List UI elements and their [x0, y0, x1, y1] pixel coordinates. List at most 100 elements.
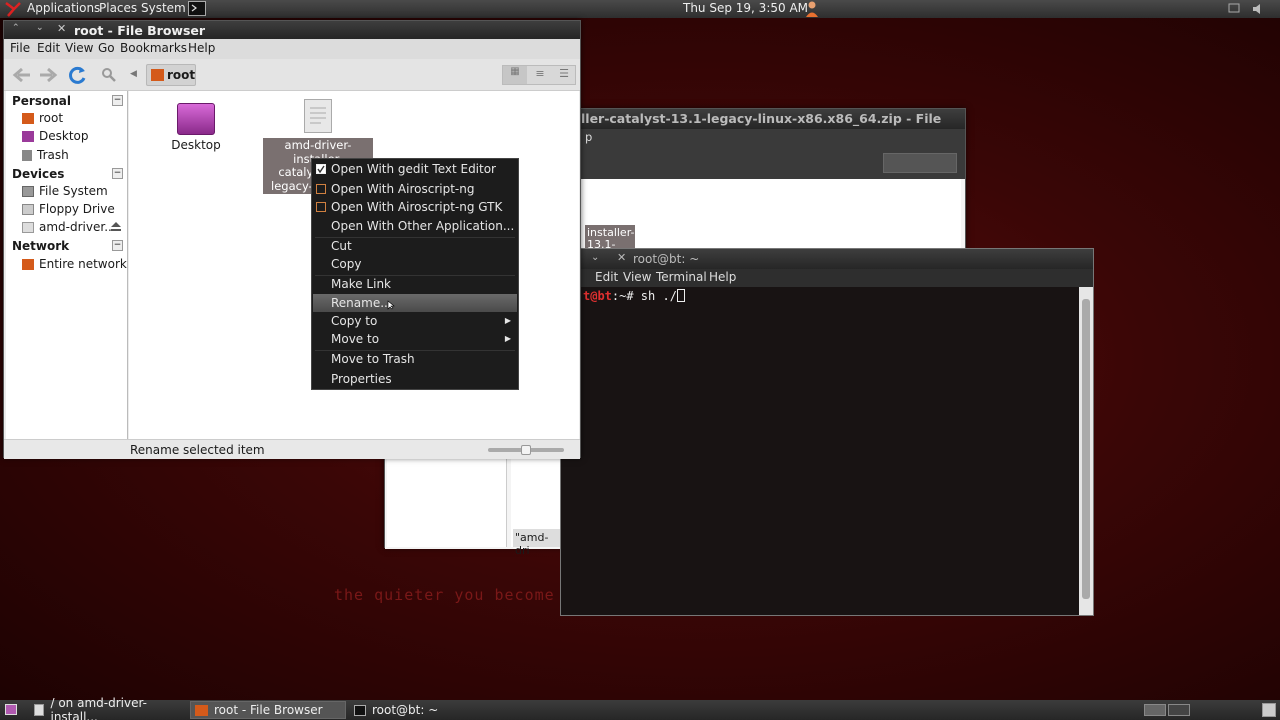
- terminal-menu-help[interactable]: Help: [709, 270, 736, 284]
- terminal-menu-terminal[interactable]: Terminal: [656, 270, 707, 284]
- menu-view[interactable]: View: [65, 41, 93, 55]
- file-browser-menubar: File Edit View Go Bookmarks Help: [4, 39, 580, 59]
- sidebar-item-label: File System: [39, 184, 108, 198]
- menu-help[interactable]: Help: [188, 41, 215, 55]
- terminal-menu-view[interactable]: View: [623, 270, 651, 284]
- menu-item-properties[interactable]: Properties: [313, 370, 517, 388]
- menu-item-label: Copy to: [331, 314, 378, 328]
- sidebar-item-desktop[interactable]: Desktop: [22, 129, 89, 143]
- menu-item-open-gedit[interactable]: Open With gedit Text Editor: [313, 160, 517, 178]
- menu-bookmarks[interactable]: Bookmarks: [120, 41, 187, 55]
- file-item-desktop[interactable]: Desktop: [169, 103, 223, 152]
- menu-edit[interactable]: Edit: [37, 41, 60, 55]
- window-minimize-icon[interactable]: ⌄: [36, 23, 44, 33]
- sidebar-item-root[interactable]: root: [22, 111, 63, 125]
- sidebar-item-entire-network[interactable]: Entire network: [22, 257, 127, 271]
- menu-item-label: Move to: [331, 332, 380, 346]
- zoom-slider[interactable]: [488, 445, 564, 455]
- menu-item-open-airoscript[interactable]: Open With Airoscript-ng: [313, 180, 517, 198]
- task-root-file-browser[interactable]: root - File Browser: [190, 701, 346, 719]
- menu-file[interactable]: File: [10, 41, 30, 55]
- collapse-personal-icon[interactable]: −: [112, 95, 123, 106]
- network-folder-icon: [22, 258, 34, 270]
- view-mode-switcher[interactable]: ▦ ≡ ☰: [502, 65, 576, 85]
- menu-item-label: Cut: [331, 239, 352, 253]
- sidebar-item-amd-driver[interactable]: amd-driver...: [22, 220, 116, 234]
- menu-item-label: Rename...: [331, 296, 392, 310]
- zoom-slider-thumb[interactable]: [521, 445, 531, 455]
- applications-menu[interactable]: Applications: [27, 1, 100, 15]
- menu-go[interactable]: Go: [98, 41, 115, 55]
- back-window-menu-fragment[interactable]: p: [585, 130, 592, 144]
- eject-icon[interactable]: [110, 221, 122, 232]
- menu-item-cut[interactable]: Cut: [313, 237, 517, 255]
- window-up-icon[interactable]: ⌃: [12, 23, 20, 33]
- clock[interactable]: Thu Sep 19, 3:50 AM: [683, 1, 808, 15]
- distro-logo-icon[interactable]: [4, 1, 22, 17]
- sidebar-heading-network: Network: [12, 239, 70, 253]
- menu-item-label: Make Link: [331, 277, 391, 291]
- search-icon[interactable]: [100, 66, 118, 84]
- terminal-body[interactable]: t@bt:~# sh ./: [561, 287, 1079, 615]
- path-left-arrow-icon[interactable]: ◀: [130, 69, 137, 79]
- task-terminal[interactable]: root@bt: ~: [350, 701, 506, 719]
- file-browser-title: root - File Browser: [74, 23, 206, 38]
- terminal-scrollbar[interactable]: [1079, 287, 1093, 615]
- archive-task-icon: [34, 704, 45, 716]
- places-sidebar: Personal − root Desktop Trash Devices − …: [6, 91, 128, 439]
- sidebar-item-trash[interactable]: Trash: [22, 148, 69, 162]
- terminal-launcher-icon[interactable]: [188, 1, 206, 16]
- menu-item-make-link[interactable]: Make Link: [313, 275, 517, 293]
- menu-item-rename[interactable]: Rename...: [313, 294, 517, 312]
- menu-item-open-airoscript-gtk[interactable]: Open With Airoscript-ng GTK: [313, 198, 517, 216]
- status-text: Rename selected item: [130, 443, 265, 457]
- menu-item-copy-to[interactable]: Copy to ▶: [313, 312, 517, 330]
- user-icon[interactable]: [804, 0, 820, 18]
- terminal-minimize-icon[interactable]: ⌄: [591, 252, 599, 263]
- collapse-devices-icon[interactable]: −: [112, 168, 123, 179]
- trash-applet-icon[interactable]: [1262, 703, 1276, 717]
- submenu-arrow-icon: ▶: [504, 334, 511, 343]
- task-archive-browser[interactable]: / on amd-driver-install...: [30, 696, 186, 720]
- terminal-menu-edit[interactable]: Edit: [595, 270, 618, 284]
- terminal-title: root@bt: ~: [633, 252, 700, 266]
- file-browser-titlebar[interactable]: ⌃ ⌄ ✕ root - File Browser: [4, 21, 580, 39]
- list-view-button[interactable]: ≡: [529, 67, 551, 80]
- compact-view-button[interactable]: ☰: [553, 67, 575, 80]
- menu-item-move-to-trash[interactable]: Move to Trash: [313, 350, 517, 368]
- menu-item-label: Open With Airoscript-ng GTK: [331, 200, 503, 214]
- sidebar-item-label: amd-driver...: [39, 220, 116, 234]
- show-desktop-icon[interactable]: [5, 704, 17, 715]
- back-window-file-label-2[interactable]: "amd-dri: [513, 529, 565, 557]
- forward-icon[interactable]: [38, 66, 58, 84]
- menu-item-open-other[interactable]: Open With Other Application...: [313, 217, 517, 235]
- submenu-arrow-icon: ▶: [504, 316, 511, 325]
- volume-icon[interactable]: [1251, 2, 1265, 16]
- location-button[interactable]: root: [146, 64, 196, 86]
- places-menu[interactable]: Places: [99, 1, 137, 15]
- workspace-switcher-1[interactable]: [1144, 704, 1166, 716]
- window-close-icon[interactable]: ✕: [57, 22, 66, 35]
- menu-item-copy[interactable]: Copy: [313, 255, 517, 273]
- back-icon[interactable]: [12, 66, 32, 84]
- terminal-titlebar[interactable]: ⌄ ✕ root@bt: ~: [561, 249, 1093, 269]
- workspace-switcher-2[interactable]: [1168, 704, 1190, 716]
- reload-icon[interactable]: [68, 65, 88, 85]
- gedit-icon: [316, 164, 326, 174]
- network-icon[interactable]: [1228, 3, 1240, 15]
- collapse-network-icon[interactable]: −: [112, 240, 123, 251]
- terminal-window[interactable]: ⌄ ✕ root@bt: ~ Edit View Terminal Help t…: [560, 248, 1094, 616]
- system-menu[interactable]: System: [141, 1, 186, 15]
- desktop-icon: [22, 130, 34, 142]
- icon-view-button[interactable]: ▦: [503, 66, 527, 84]
- sidebar-item-file-system[interactable]: File System: [22, 184, 108, 198]
- sidebar-item-floppy-drive[interactable]: Floppy Drive: [22, 202, 115, 216]
- menu-item-move-to[interactable]: Move to ▶: [313, 330, 517, 348]
- airoscript-icon: [316, 184, 326, 194]
- task-label: root - File Browser: [214, 703, 323, 717]
- location-label: root: [167, 68, 196, 82]
- terminal-scroll-thumb[interactable]: [1082, 299, 1090, 599]
- terminal-close-icon[interactable]: ✕: [617, 251, 626, 264]
- view-switcher[interactable]: [883, 153, 957, 173]
- menu-item-label: Open With gedit Text Editor: [331, 162, 496, 176]
